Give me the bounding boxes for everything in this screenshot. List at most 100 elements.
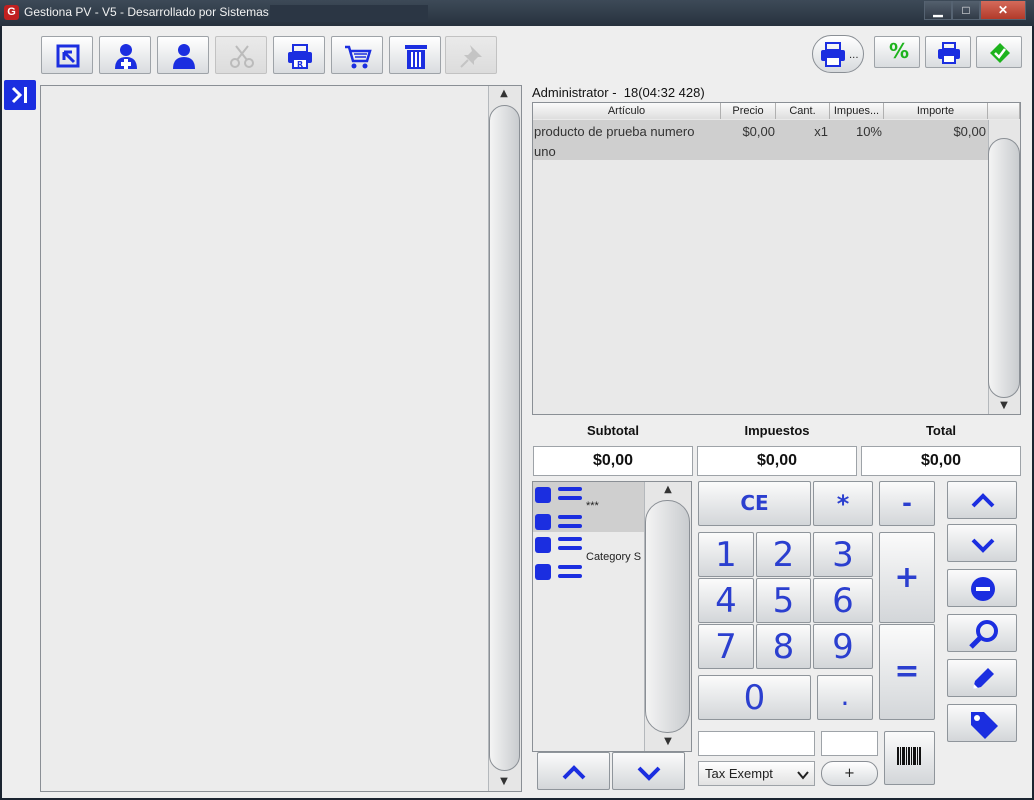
row-precio: $0,00 — [742, 124, 775, 139]
collapse-icon — [11, 86, 27, 104]
print-receipt-icon: R — [288, 44, 312, 69]
total-label: Total — [925, 423, 957, 438]
category-up-button[interactable] — [537, 752, 610, 790]
svg-text:R: R — [297, 60, 303, 69]
discount-button[interactable]: % — [874, 36, 920, 68]
collapse-panel-button[interactable] — [4, 80, 36, 110]
row-articulo-line1: producto de prueba numero — [534, 124, 695, 139]
decimal-button[interactable]: . — [817, 675, 873, 720]
category-lines-icon — [558, 574, 582, 578]
printer-icon — [938, 42, 960, 64]
discount-icon: % — [889, 39, 910, 63]
tag-icon — [971, 712, 998, 739]
chevron-down-icon — [971, 538, 995, 553]
impuestos-value: $0,00 — [697, 446, 857, 476]
multiply-button[interactable]: * — [813, 481, 873, 526]
impuestos-label: Impuestos — [744, 423, 810, 438]
pencil-icon — [973, 668, 994, 689]
category-lines-icon — [558, 515, 582, 519]
export-button[interactable] — [41, 36, 93, 74]
category-scroll-thumb[interactable] — [645, 500, 690, 733]
digit-5-button[interactable]: 5 — [756, 578, 811, 623]
category-scroll-up-arrow[interactable]: ▲ — [658, 484, 678, 496]
equals-button[interactable]: = — [879, 624, 935, 720]
confirm-icon — [990, 43, 1010, 63]
scissors-icon — [230, 45, 254, 68]
barcode-input[interactable] — [698, 731, 815, 756]
pin-button[interactable] — [445, 36, 497, 74]
close-button[interactable]: ✕ — [980, 1, 1026, 20]
digit-2-button[interactable]: 2 — [756, 532, 811, 577]
minimize-button[interactable]: ▁ — [924, 1, 952, 20]
move-down-button[interactable] — [947, 524, 1017, 562]
ticket-scroll-down-arrow[interactable]: ▼ — [994, 400, 1014, 412]
chevron-up-icon — [562, 765, 586, 780]
product-catalog-panel — [40, 85, 522, 792]
column-header-precio[interactable]: Precio — [721, 103, 776, 119]
column-header-filler — [988, 103, 1020, 119]
ticket-header: Administrator - 18(04:32 428) — [532, 85, 705, 100]
subtotal-label: Subtotal — [587, 423, 639, 438]
ticket-scroll-thumb[interactable] — [988, 138, 1020, 398]
shopping-cart-button[interactable] — [331, 36, 383, 74]
row-importe: $0,00 — [953, 124, 986, 139]
search-button[interactable] — [947, 614, 1017, 652]
delete-ticket-button[interactable] — [389, 36, 441, 74]
category-label: Category S — [586, 551, 642, 563]
chevron-up-icon — [971, 493, 995, 508]
tax-category-select[interactable]: Tax Exempt — [698, 761, 815, 786]
edit-line-button[interactable] — [947, 659, 1017, 697]
category-label: *** — [586, 500, 599, 512]
category-lines-icon — [558, 487, 582, 491]
cut-button[interactable] — [215, 36, 267, 74]
category-icon — [535, 514, 551, 530]
print-receipt-button[interactable]: R — [273, 36, 325, 74]
column-header-impuesto[interactable]: Impues... — [830, 103, 884, 119]
scroll-down-arrow[interactable]: ▼ — [494, 776, 514, 788]
category-icon — [535, 487, 551, 503]
digit-0-button[interactable]: 0 — [698, 675, 811, 720]
column-header-cantidad[interactable]: Cant. — [776, 103, 830, 119]
print-button[interactable] — [925, 36, 971, 68]
remove-line-button[interactable] — [947, 569, 1017, 607]
minus-button[interactable]: - — [879, 481, 935, 526]
trash-icon — [405, 45, 427, 69]
barcode-icon — [897, 747, 921, 765]
category-icon — [535, 564, 551, 580]
remove-icon — [971, 577, 995, 601]
confirm-button[interactable] — [976, 36, 1022, 68]
quantity-input[interactable] — [821, 731, 878, 756]
digit-6-button[interactable]: 6 — [813, 578, 873, 623]
chevron-down-icon — [797, 771, 809, 780]
maximize-button[interactable]: □ — [952, 1, 980, 20]
digit-1-button[interactable]: 1 — [698, 532, 754, 577]
barcode-scan-button[interactable] — [884, 731, 935, 785]
column-header-importe[interactable]: Importe — [884, 103, 988, 119]
customer-button[interactable] — [157, 36, 209, 74]
add-customer-button[interactable] — [99, 36, 151, 74]
tax-add-button[interactable]: + — [821, 761, 878, 786]
column-header-articulo[interactable]: Artículo — [533, 103, 721, 119]
printer-menu-icon — [821, 42, 845, 67]
digit-4-button[interactable]: 4 — [698, 578, 754, 623]
digit-9-button[interactable]: 9 — [813, 624, 873, 669]
clear-entry-button[interactable]: CE — [698, 481, 811, 526]
move-up-button[interactable] — [947, 481, 1017, 519]
category-scroll-down-arrow[interactable]: ▼ — [658, 736, 678, 748]
scroll-up-arrow[interactable]: ▲ — [494, 88, 514, 100]
chevron-down-icon — [637, 766, 661, 781]
catalog-scroll-thumb[interactable] — [489, 105, 520, 771]
digit-7-button[interactable]: 7 — [698, 624, 754, 669]
category-lines-icon — [558, 496, 582, 500]
digit-3-button[interactable]: 3 — [813, 532, 873, 577]
printer-menu-button[interactable]: ... — [812, 35, 864, 73]
digit-8-button[interactable]: 8 — [756, 624, 811, 669]
tax-select-value: Tax Exempt — [705, 766, 773, 781]
plus-button[interactable]: + — [879, 532, 935, 623]
export-icon — [56, 44, 80, 68]
price-tag-button[interactable] — [947, 704, 1017, 742]
category-down-button[interactable] — [612, 752, 685, 790]
window-title: Gestiona PV - V5 - Desarrollado por Sist… — [24, 5, 269, 19]
redacted-area — [270, 5, 428, 22]
subtotal-value: $0,00 — [533, 446, 693, 476]
